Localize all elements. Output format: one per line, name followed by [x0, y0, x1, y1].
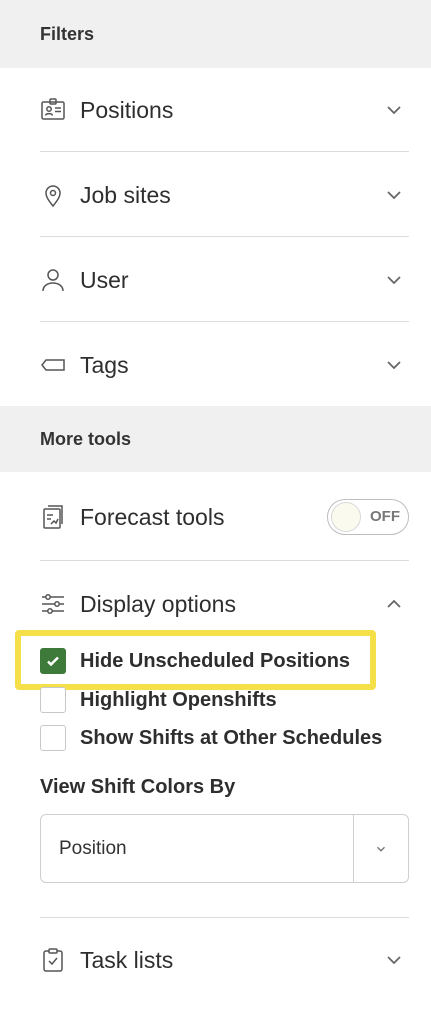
- filter-positions[interactable]: Positions: [40, 90, 409, 130]
- filters-header: Filters: [0, 0, 431, 68]
- filter-tags-label: Tags: [80, 351, 129, 378]
- checkbox-label: Show Shifts at Other Schedules: [80, 726, 383, 749]
- chevron-up-icon[interactable]: [383, 593, 405, 615]
- task-lists-row[interactable]: Task lists: [40, 940, 409, 980]
- checkbox-show-other-schedules[interactable]: Show Shifts at Other Schedules: [40, 725, 382, 751]
- forecast-tools-label: Forecast tools: [80, 503, 225, 530]
- checkbox-unchecked[interactable]: [40, 687, 66, 713]
- checkbox-hide-unscheduled[interactable]: Hide Unscheduled Positions: [40, 648, 350, 674]
- filter-user-label: User: [80, 266, 129, 293]
- checkbox-unchecked[interactable]: [40, 725, 66, 751]
- checkbox-checked[interactable]: [40, 648, 66, 674]
- more-tools-header-label: More tools: [40, 428, 132, 449]
- filters-header-label: Filters: [40, 23, 95, 44]
- display-options-row[interactable]: Display options: [40, 584, 409, 624]
- checkmark-icon: [47, 656, 59, 667]
- shift-colors-label: View Shift Colors By: [40, 776, 236, 798]
- filter-user[interactable]: User: [40, 260, 409, 300]
- tag-icon: [40, 352, 66, 378]
- task-lists-label: Task lists: [80, 946, 174, 973]
- more-tools-header: More tools: [0, 406, 431, 472]
- filter-positions-label: Positions: [80, 96, 174, 123]
- map-pin-icon: [40, 182, 66, 208]
- divider: [40, 236, 409, 237]
- forecast-tools-toggle[interactable]: OFF: [327, 499, 409, 535]
- display-options-label: Display options: [80, 590, 236, 617]
- toggle-knob: [331, 502, 361, 532]
- shift-colors-select[interactable]: Position: [40, 814, 409, 883]
- divider: [40, 321, 409, 322]
- forecast-doc-icon: [40, 504, 66, 530]
- chevron-down-icon[interactable]: [383, 99, 405, 121]
- user-icon: [40, 267, 66, 293]
- filter-job-sites-label: Job sites: [80, 181, 171, 208]
- badge-icon: [40, 97, 66, 123]
- checkbox-highlight-openshifts[interactable]: Highlight Openshifts: [40, 687, 277, 713]
- filter-job-sites[interactable]: Job sites: [40, 175, 409, 215]
- chevron-down-icon: [377, 846, 385, 852]
- sliders-icon: [40, 591, 66, 617]
- chevron-down-icon[interactable]: [383, 184, 405, 206]
- divider: [40, 151, 409, 152]
- select-arrow[interactable]: [354, 842, 408, 856]
- filter-tags[interactable]: Tags: [40, 345, 409, 385]
- divider: [40, 560, 409, 561]
- checkbox-label: Hide Unscheduled Positions: [80, 649, 351, 672]
- chevron-down-icon[interactable]: [383, 269, 405, 291]
- toggle-state-text: OFF: [370, 508, 400, 525]
- forecast-tools-row: Forecast tools OFF: [40, 497, 409, 537]
- clipboard-check-icon: [40, 947, 66, 973]
- chevron-down-icon[interactable]: [383, 354, 405, 376]
- checkbox-label: Highlight Openshifts: [80, 688, 277, 711]
- divider: [40, 917, 409, 918]
- chevron-down-icon[interactable]: [383, 949, 405, 971]
- select-value: Position: [59, 837, 127, 859]
